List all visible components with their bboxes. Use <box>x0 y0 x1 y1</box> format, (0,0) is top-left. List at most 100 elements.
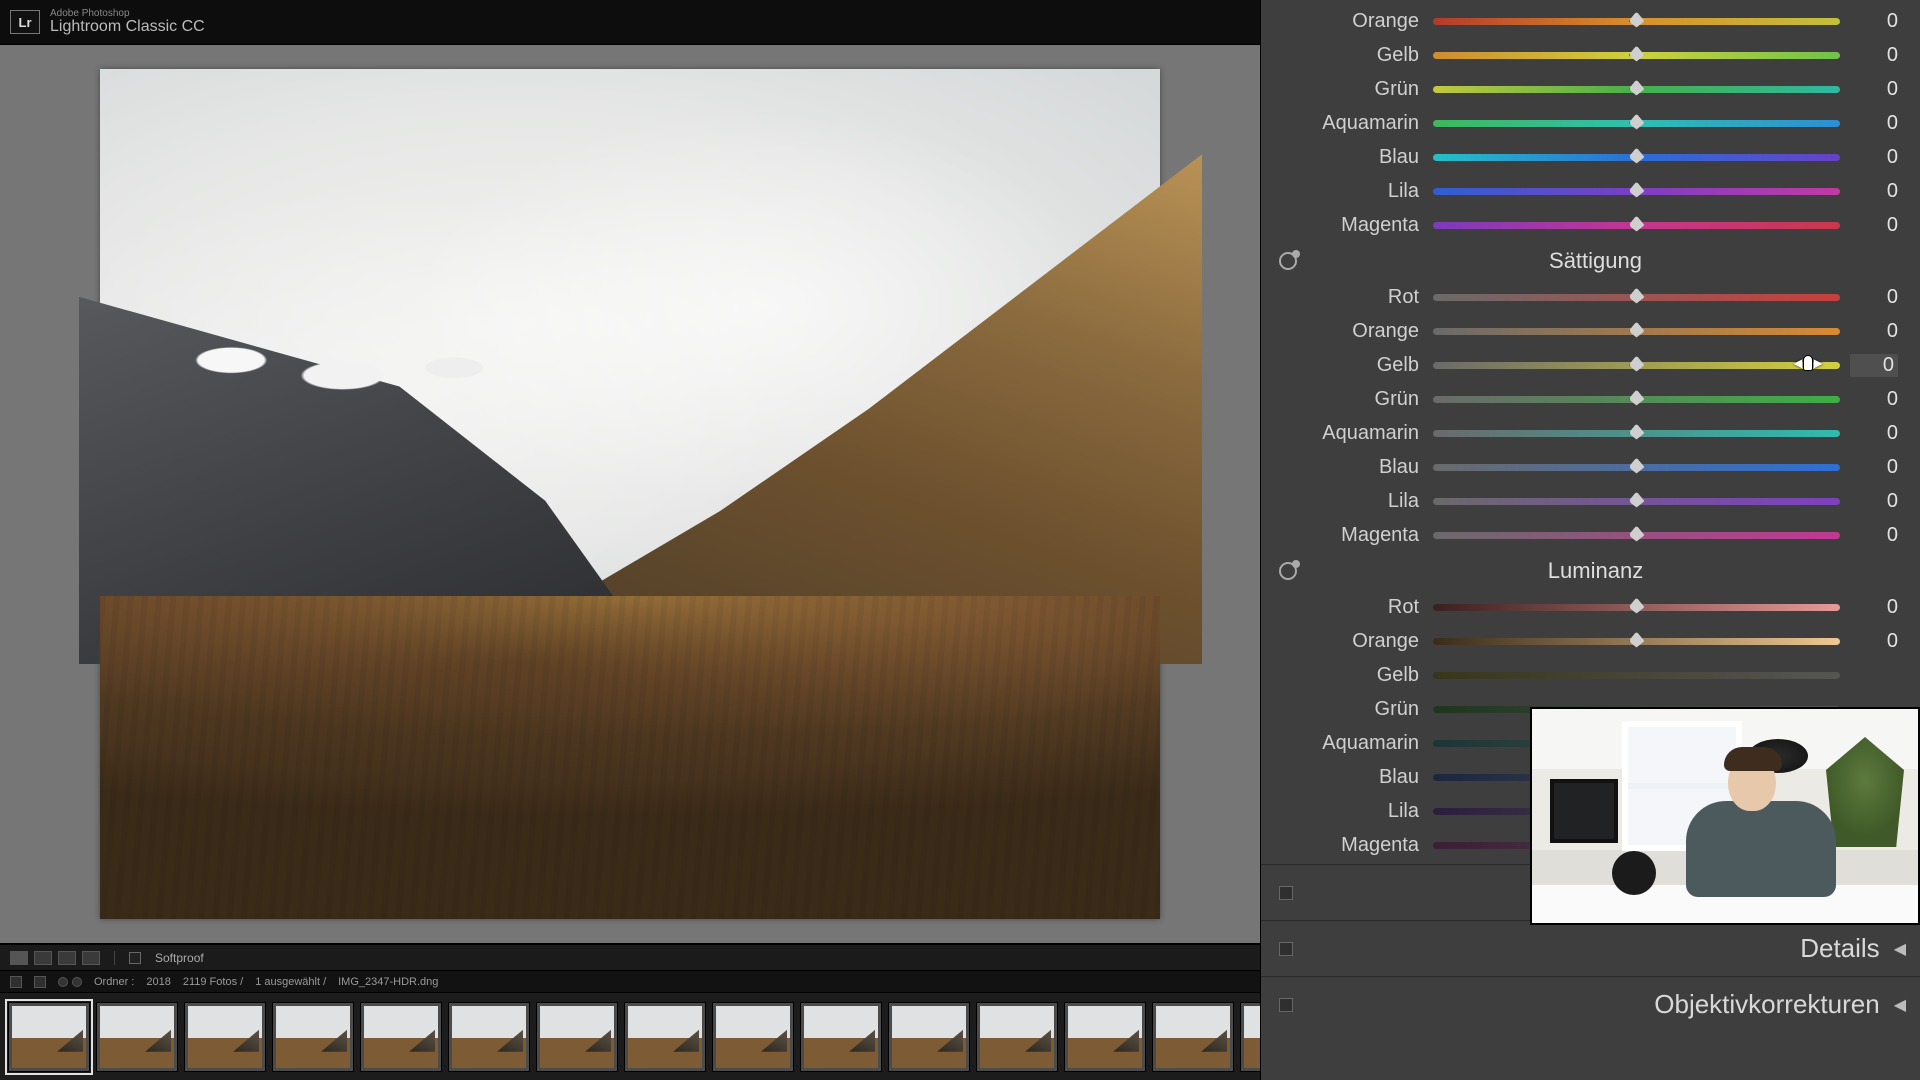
slider-label[interactable]: Magenta <box>1261 524 1423 547</box>
slider-handle[interactable] <box>1629 526 1645 542</box>
filmstrip-thumb[interactable] <box>888 1002 970 1072</box>
slider-track[interactable] <box>1433 86 1840 93</box>
slider-value[interactable]: 0 <box>1850 388 1898 411</box>
slider-handle[interactable] <box>1629 322 1645 338</box>
photo-preview[interactable] <box>100 69 1160 919</box>
slider-track[interactable] <box>1433 532 1840 539</box>
slider-label[interactable]: Blau <box>1261 146 1423 169</box>
people-view-icon[interactable] <box>82 951 100 965</box>
slider-track[interactable] <box>1433 430 1840 437</box>
slider-label[interactable]: Gelb <box>1261 44 1423 67</box>
slider-track[interactable] <box>1433 188 1840 195</box>
slider-label[interactable]: Orange <box>1261 320 1423 343</box>
panel-switch-icon[interactable] <box>1279 998 1293 1012</box>
slider-handle[interactable] <box>1629 148 1645 164</box>
slider-value[interactable]: 0 <box>1850 10 1898 33</box>
filmstrip[interactable] <box>0 992 1260 1080</box>
slider-track[interactable] <box>1433 362 1840 369</box>
slider-value[interactable]: 0 <box>1850 146 1898 169</box>
slider-label[interactable]: Rot <box>1261 596 1423 619</box>
slider-label[interactable]: Rot <box>1261 286 1423 309</box>
slider-track[interactable] <box>1433 52 1840 59</box>
slider-label[interactable]: Magenta <box>1261 834 1423 857</box>
slider-handle[interactable] <box>1629 390 1645 406</box>
slider-track[interactable] <box>1433 396 1840 403</box>
filmstrip-thumb[interactable] <box>712 1002 794 1072</box>
filename[interactable]: IMG_2347-HDR.dng <box>338 976 438 988</box>
slider-value[interactable]: 0 <box>1850 596 1898 619</box>
slider-handle[interactable] <box>1629 356 1645 372</box>
loupe-view-icon[interactable] <box>10 951 28 965</box>
filmstrip-thumb[interactable] <box>360 1002 442 1072</box>
slider-value[interactable]: 0 <box>1850 630 1898 653</box>
slider-handle[interactable] <box>1629 216 1645 232</box>
slider-value[interactable]: 0 <box>1850 44 1898 67</box>
slider-label[interactable]: Aquamarin <box>1261 422 1423 445</box>
slider-track[interactable] <box>1433 672 1840 679</box>
filmstrip-thumb[interactable] <box>184 1002 266 1072</box>
slider-handle[interactable] <box>1629 492 1645 508</box>
slider-handle[interactable] <box>1629 114 1645 130</box>
slider-track[interactable] <box>1433 294 1840 301</box>
slider-handle[interactable] <box>1629 182 1645 198</box>
slider-label[interactable]: Aquamarin <box>1261 112 1423 135</box>
slider-track[interactable] <box>1433 498 1840 505</box>
filmstrip-thumb[interactable] <box>8 1002 90 1072</box>
filmstrip-thumb[interactable] <box>1064 1002 1146 1072</box>
softproof-checkbox[interactable] <box>129 952 141 964</box>
slider-handle[interactable] <box>1629 598 1645 614</box>
slider-track[interactable] <box>1433 604 1840 611</box>
slider-track[interactable] <box>1433 464 1840 471</box>
collapsed-section[interactable]: Details◀ <box>1261 920 1920 976</box>
collapse-caret-icon[interactable]: ◀ <box>1894 939 1906 959</box>
collapse-caret-icon[interactable]: ◀ <box>1894 995 1906 1015</box>
filmstrip-thumb[interactable] <box>536 1002 618 1072</box>
slider-label[interactable]: Gelb <box>1261 354 1423 377</box>
second-window-icon[interactable] <box>10 976 22 988</box>
slider-track[interactable] <box>1433 18 1840 25</box>
slider-value[interactable]: 0 <box>1850 524 1898 547</box>
slider-handle[interactable] <box>1629 288 1645 304</box>
slider-label[interactable]: Lila <box>1261 180 1423 203</box>
filmstrip-thumb[interactable] <box>1240 1002 1260 1072</box>
preview-area[interactable] <box>0 44 1260 944</box>
slider-value[interactable]: 0 <box>1850 456 1898 479</box>
compare-view-icon[interactable] <box>34 951 52 965</box>
slider-label[interactable]: Lila <box>1261 490 1423 513</box>
slider-track[interactable] <box>1433 154 1840 161</box>
slider-value[interactable]: 0 <box>1850 354 1898 377</box>
slider-value[interactable]: 0 <box>1850 112 1898 135</box>
filmstrip-thumb[interactable] <box>96 1002 178 1072</box>
nav-back-icon[interactable] <box>58 977 68 987</box>
filmstrip-thumb[interactable] <box>976 1002 1058 1072</box>
slider-handle[interactable] <box>1629 12 1645 28</box>
panel-switch-icon[interactable] <box>1279 942 1293 956</box>
slider-handle[interactable] <box>1629 80 1645 96</box>
slider-label[interactable]: Gelb <box>1261 664 1423 687</box>
slider-label[interactable]: Grün <box>1261 78 1423 101</box>
nav-fwd-icon[interactable] <box>72 977 82 987</box>
slider-label[interactable]: Orange <box>1261 10 1423 33</box>
slider-handle[interactable] <box>1629 632 1645 648</box>
slider-value[interactable]: 0 <box>1850 286 1898 309</box>
slider-value[interactable]: 0 <box>1850 214 1898 237</box>
grid-icon[interactable] <box>34 976 46 988</box>
slider-handle[interactable] <box>1629 458 1645 474</box>
survey-view-icon[interactable] <box>58 951 76 965</box>
slider-label[interactable]: Blau <box>1261 456 1423 479</box>
slider-value[interactable]: 0 <box>1850 422 1898 445</box>
slider-value[interactable]: 0 <box>1850 320 1898 343</box>
panel-switch-icon[interactable] <box>1279 886 1293 900</box>
filmstrip-thumb[interactable] <box>448 1002 530 1072</box>
slider-label[interactable]: Magenta <box>1261 214 1423 237</box>
slider-handle[interactable] <box>1629 46 1645 62</box>
slider-value[interactable]: 0 <box>1850 78 1898 101</box>
filmstrip-thumb[interactable] <box>624 1002 706 1072</box>
filmstrip-thumb[interactable] <box>800 1002 882 1072</box>
filmstrip-thumb[interactable] <box>272 1002 354 1072</box>
slider-track[interactable] <box>1433 120 1840 127</box>
folder-value[interactable]: 2018 <box>146 976 170 988</box>
targeted-adjustment-icon[interactable] <box>1279 252 1297 270</box>
filmstrip-thumb[interactable] <box>1152 1002 1234 1072</box>
slider-track[interactable] <box>1433 638 1840 645</box>
